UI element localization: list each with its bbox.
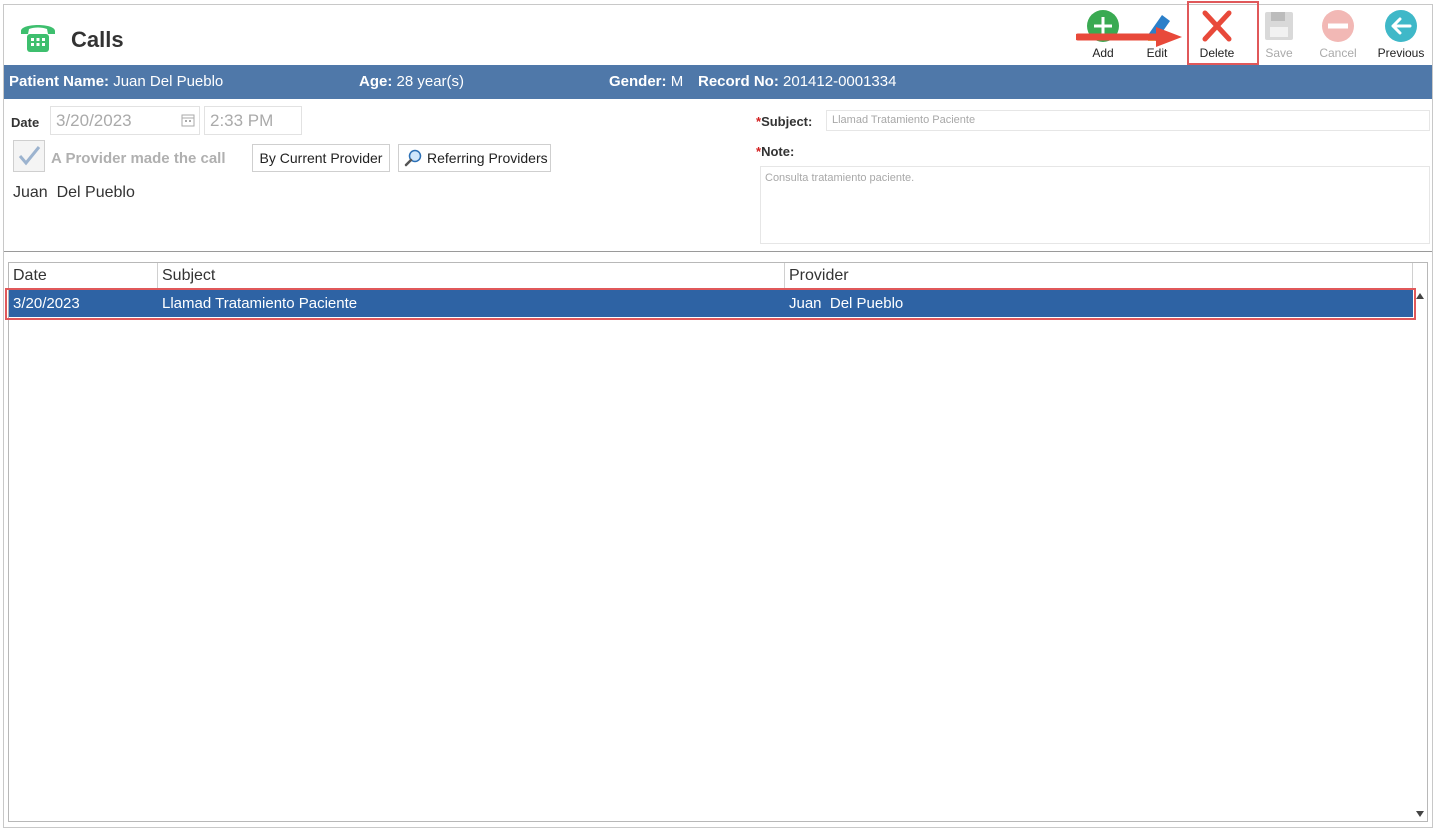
patient-record-field: Record No: 201412-0001334 (698, 73, 896, 90)
column-header-provider[interactable]: Provider (785, 263, 1413, 289)
referring-providers-button[interactable]: Referring Providers (398, 144, 551, 172)
checkmark-icon (18, 146, 41, 166)
calls-grid: Date Subject Provider 3/20/2023 Llamad T… (8, 262, 1428, 822)
previous-button[interactable]: Previous (1374, 7, 1428, 61)
patient-age-field: Age: 28 year(s) (359, 73, 464, 90)
phone-icon (21, 25, 55, 52)
provider-made-call-label: A Provider made the call (51, 150, 226, 167)
age-label: Age: (359, 73, 393, 90)
note-textarea[interactable]: Consulta tratamiento paciente. (760, 166, 1430, 244)
cancel-label: Cancel (1319, 46, 1357, 60)
time-field[interactable]: 2:33 PM (204, 106, 302, 135)
patient-name-value: Juan Del Pueblo (113, 73, 224, 90)
grid-header: Date Subject Provider (9, 263, 1413, 290)
minus-circle-icon (1322, 10, 1354, 42)
save-icon (1265, 12, 1293, 40)
arrow-left-icon (1385, 10, 1417, 42)
date-field[interactable]: 3/20/2023 (50, 106, 200, 135)
save-button[interactable]: Save (1252, 7, 1306, 61)
date-label: Date (11, 115, 40, 130)
record-label: Record No: (698, 73, 779, 90)
arrow-pointer-icon (1076, 27, 1182, 47)
page-title: Calls (71, 27, 124, 52)
referring-providers-label: Referring Providers (427, 150, 548, 166)
subject-label: Subject: (761, 114, 813, 129)
previous-label: Previous (1377, 46, 1425, 60)
delete-highlight-box (1187, 1, 1259, 65)
record-value: 201412-0001334 (783, 73, 897, 90)
date-value: 3/20/2023 (56, 111, 132, 130)
vertical-scrollbar[interactable] (1412, 289, 1427, 821)
call-form: Date 3/20/2023 2:33 PM A Provider made t… (4, 99, 1432, 252)
row-highlight-box (5, 288, 1416, 320)
note-label: Note: (761, 144, 795, 159)
age-value: 28 year(s) (396, 73, 465, 90)
column-header-date[interactable]: Date (9, 263, 158, 289)
column-header-subject[interactable]: Subject (158, 263, 785, 289)
scroll-down-icon[interactable] (1416, 811, 1424, 817)
patient-banner: Patient Name: Juan Del Pueblo Age: 28 ye… (4, 65, 1432, 99)
calendar-icon[interactable] (181, 113, 195, 127)
subject-value: Llamad Tratamiento Paciente (832, 114, 976, 126)
subject-label-wrap: *Subject: (756, 114, 812, 129)
time-value: 2:33 PM (210, 111, 274, 130)
selected-provider-name: Juan Del Pueblo (13, 184, 135, 201)
gender-label: Gender: (609, 73, 667, 90)
provider-made-call-checkbox[interactable] (13, 140, 45, 172)
note-value: Consulta tratamiento paciente. (765, 172, 915, 184)
cancel-button[interactable]: Cancel (1311, 7, 1365, 61)
patient-name-label: Patient Name: (9, 73, 110, 90)
by-current-provider-button[interactable]: By Current Provider (252, 144, 390, 172)
patient-name-field: Patient Name: Juan Del Pueblo (9, 73, 223, 90)
save-label: Save (1265, 46, 1293, 60)
patient-gender-field: Gender: M (609, 73, 683, 90)
by-current-provider-label: By Current Provider (259, 150, 383, 166)
subject-input[interactable]: Llamad Tratamiento Paciente (826, 110, 1430, 131)
search-icon (404, 149, 422, 167)
gender-value: M (670, 73, 684, 90)
scroll-up-icon[interactable] (1416, 293, 1424, 299)
note-label-wrap: *Note: (756, 144, 794, 159)
